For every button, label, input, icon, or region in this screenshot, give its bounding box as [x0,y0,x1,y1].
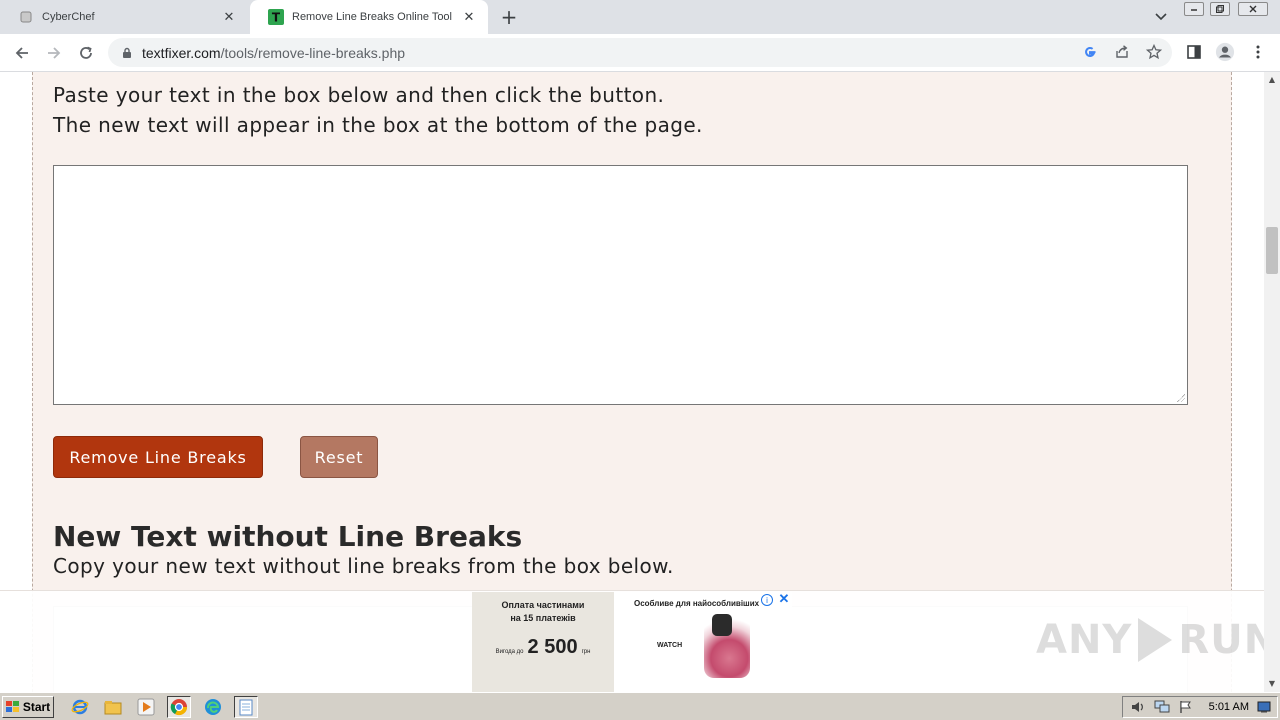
page-scrollbar[interactable]: ▲ ▼ [1264,72,1280,692]
show-desktop-icon[interactable] [1255,699,1273,715]
apple-watch-logo: WATCH [657,642,682,649]
lock-icon[interactable] [120,46,134,60]
side-panel-icon[interactable] [1184,42,1204,62]
url-text: textfixer.com/tools/remove-line-breaks.p… [142,45,405,61]
google-icon[interactable] [1080,42,1100,62]
notepad-icon[interactable] [234,696,258,718]
internet-explorer-icon[interactable] [68,696,92,718]
anyrun-watermark-logo: ANY RUN [1036,612,1277,668]
restore-button[interactable] [1210,2,1230,16]
minimize-button[interactable] [1184,2,1204,16]
ad-price: 2 500 [527,636,578,658]
kebab-menu-icon[interactable] [1248,42,1268,62]
browser-tab-strip: CyberChef ✕ T Remove Line Breaks Online … [0,0,1280,34]
tab-cyberchef[interactable]: CyberChef ✕ [0,0,248,34]
remove-line-breaks-button[interactable]: Remove Line Breaks [53,436,263,478]
tab-label: CyberChef [42,11,95,23]
volume-icon[interactable] [1129,699,1147,715]
output-section-heading: New Text without Line Breaks [53,520,523,553]
svg-text:T: T [272,11,281,25]
ad-close-icon[interactable]: ✕ [777,591,791,606]
ad-offer-line-1: Оплата частинами [501,600,585,610]
ad-watch-label: WATCH [657,642,683,649]
ad-offer-line-2: на 15 платежів [510,613,576,623]
start-label: Start [22,700,51,714]
window-close-button[interactable] [1238,2,1268,16]
profile-icon[interactable] [1215,42,1235,62]
ad-price-prefix: Вигода до [495,649,524,655]
url-path: /tools/remove-line-breaks.php [220,44,406,61]
cyberchef-favicon-icon [18,9,34,25]
reset-button[interactable]: Reset [300,436,378,478]
network-icon[interactable] [1153,699,1171,715]
start-button[interactable]: Start [2,696,54,718]
address-bar[interactable]: textfixer.com/tools/remove-line-breaks.p… [108,38,1172,67]
flag-icon[interactable] [1177,699,1195,715]
textfixer-favicon-icon: T [268,9,284,25]
advertisement-banner[interactable]: Оплата частинами на 15 платежів Вигода д… [472,591,792,692]
url-domain: textfixer.com [142,44,221,61]
star-icon[interactable] [1144,42,1164,62]
close-icon[interactable]: ✕ [458,6,480,28]
ad-price-row: Вигода до 2 500 грн [472,636,614,659]
output-section-subtext: Copy your new text without line breaks f… [53,554,674,578]
resize-grip-icon[interactable] [1177,394,1185,402]
chrome-icon[interactable] [167,696,191,718]
scroll-up-arrow-icon[interactable]: ▲ [1264,74,1280,84]
ad-headline: Особливе для найособливіших [634,599,760,608]
ad-price-unit: грн [581,649,591,655]
input-textarea[interactable] [53,165,1188,405]
tab-label: Remove Line Breaks Online Tool [292,11,452,23]
taskbar-clock[interactable]: 5:01 AM [1209,701,1249,713]
play-icon [1138,618,1173,662]
instructions-line-1: Paste your text in the box below and the… [53,83,665,107]
arrow-left-icon[interactable] [9,40,35,66]
ad-info-icon[interactable]: i [761,594,773,606]
reload-icon[interactable] [73,40,99,66]
instructions-line-2: The new text will appear in the box at t… [53,113,703,137]
scroll-down-arrow-icon[interactable]: ▼ [1264,678,1280,688]
windows-logo-icon [5,701,19,712]
close-icon[interactable]: ✕ [218,6,240,28]
ad-offer-panel[interactable]: Оплата частинами на 15 платежів Вигода д… [472,592,614,692]
edge-icon[interactable] [201,696,225,718]
watch-screen-image [712,614,732,636]
new-tab-button[interactable]: + [496,5,522,29]
chevron-down-icon[interactable] [1150,8,1172,26]
tab-remove-line-breaks[interactable]: T Remove Line Breaks Online Tool ✕ [250,0,488,34]
scrollbar-thumb[interactable] [1266,227,1278,274]
windows-taskbar: Start 5:01 AM [0,692,1280,720]
arrow-right-icon[interactable] [41,40,67,66]
file-explorer-icon[interactable] [101,696,125,718]
media-player-icon[interactable] [134,696,158,718]
watermark-left: ANY [1036,617,1133,663]
share-icon[interactable] [1112,42,1132,62]
system-tray: 5:01 AM [1122,696,1278,718]
